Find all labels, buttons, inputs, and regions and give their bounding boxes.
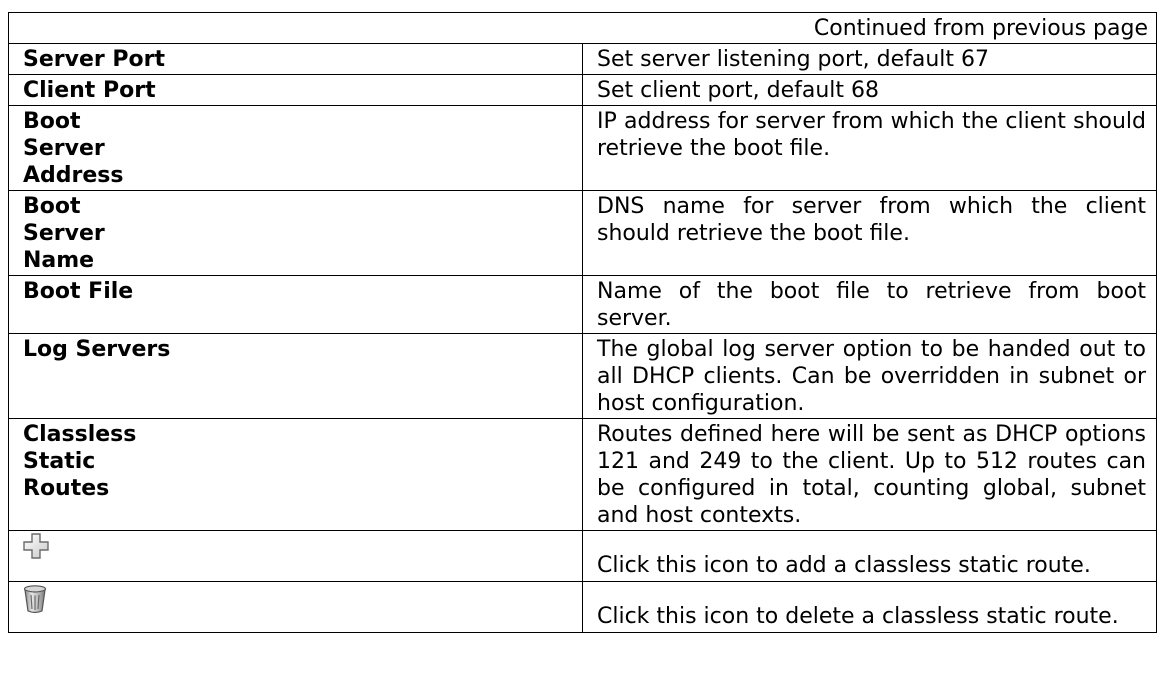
icon-cell <box>8 530 583 582</box>
icon-cell <box>8 581 583 633</box>
plus-icon <box>23 533 49 559</box>
parameter-name-text: Classless Static Routes <box>23 422 137 501</box>
parameter-name-text: Boot Server Name <box>23 194 105 273</box>
table-row: Log Servers The global log server option… <box>8 333 1157 419</box>
table-row: Boot File Name of the boot file to retri… <box>8 275 1157 334</box>
parameter-name: Log Servers <box>8 333 583 419</box>
table-row: Server Port Set server listening port, d… <box>8 43 1157 75</box>
parameter-description: Name of the boot file to retrieve from b… <box>582 275 1157 334</box>
trash-icon <box>23 584 47 614</box>
parameter-description: DNS name for server from which the clien… <box>582 190 1157 276</box>
icon-description: Click this icon to delete a classless st… <box>582 581 1157 633</box>
parameter-name: Boot Server Address <box>8 105 583 191</box>
continued-row: Continued from previous page <box>8 12 1157 44</box>
table-row: Boot Server Address IP address for serve… <box>8 105 1157 191</box>
table-row: Client Port Set client port, default 68 <box>8 74 1157 106</box>
table-row: Classless Static Routes Routes defined h… <box>8 418 1157 531</box>
parameter-description: IP address for server from which the cli… <box>582 105 1157 191</box>
parameter-name: Client Port <box>8 74 583 106</box>
parameter-name: Classless Static Routes <box>8 418 583 531</box>
parameter-description: Set server listening port, default 67 <box>582 43 1157 75</box>
continued-note: Continued from previous page <box>8 12 1157 44</box>
parameter-description: Routes defined here will be sent as DHCP… <box>582 418 1157 531</box>
table-row: Click this icon to add a classless stati… <box>8 530 1157 582</box>
parameter-table: Continued from previous page Server Port… <box>8 12 1157 633</box>
parameter-name-text: Boot Server Address <box>23 109 124 188</box>
parameter-name: Server Port <box>8 43 583 75</box>
parameter-description: The global log server option to be hande… <box>582 333 1157 419</box>
table-row: Boot Server Name DNS name for server fro… <box>8 190 1157 276</box>
parameter-description: Set client port, default 68 <box>582 74 1157 106</box>
table-row: Click this icon to delete a classless st… <box>8 581 1157 633</box>
parameter-name: Boot Server Name <box>8 190 583 276</box>
parameter-name: Boot File <box>8 275 583 334</box>
icon-description: Click this icon to add a classless stati… <box>582 530 1157 582</box>
